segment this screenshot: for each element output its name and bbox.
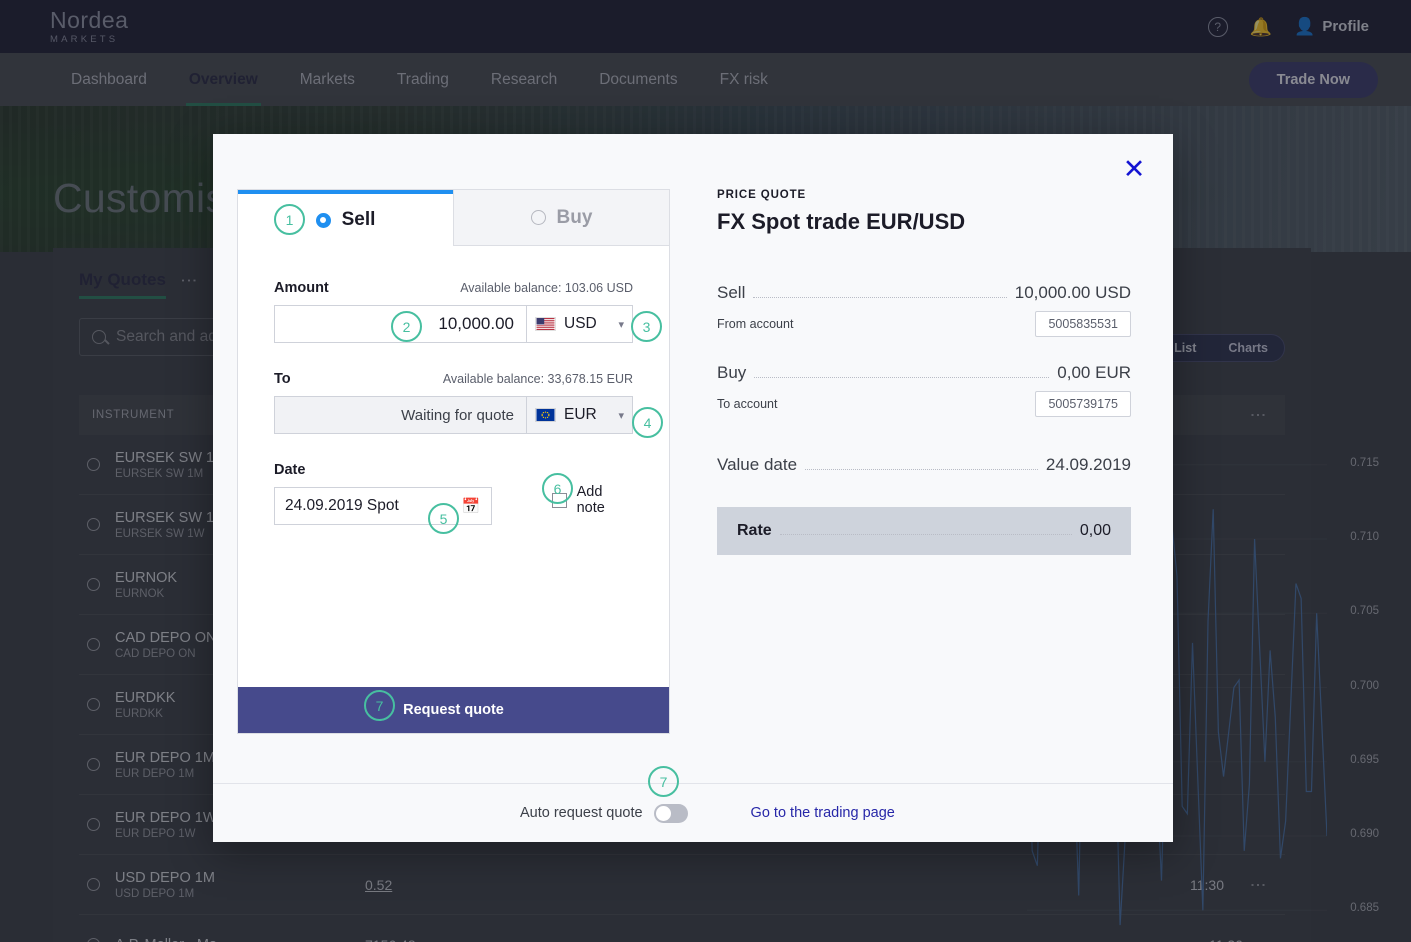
buy-radio-icon — [530, 210, 546, 225]
buy-line: Buy 0,00 EUR — [717, 363, 1131, 383]
from-account-row: From account 5005835531 — [717, 311, 1131, 337]
step-badge-2: 2 — [391, 311, 422, 342]
quote-summary: Sell 10,000.00 USD From account 50058355… — [717, 283, 1131, 555]
price-quote-column: PRICE QUOTE FX Spot trade EUR/USD Sell 1… — [673, 189, 1173, 783]
amount-label: Amount — [274, 280, 329, 296]
chevron-down-icon: ▾ — [618, 318, 624, 331]
to-currency-select[interactable]: EUR ▾ — [526, 396, 633, 434]
from-account-value[interactable]: 5005835531 — [1035, 311, 1131, 337]
to-account-row: To account 5005739175 — [717, 391, 1131, 417]
to-label: To — [274, 371, 291, 387]
sell-line: Sell 10,000.00 USD — [717, 283, 1131, 303]
step-badge-4: 4 — [632, 407, 663, 438]
calendar-icon[interactable]: 📅 — [462, 497, 481, 515]
tab-buy-label: Buy — [556, 206, 593, 228]
step-badge-7: 7 — [364, 690, 395, 721]
amount-currency-code: USD — [564, 315, 597, 332]
amount-balance: Available balance: 103.06 USD — [460, 281, 633, 295]
dot-leader — [754, 377, 1050, 378]
rate-label: Rate — [737, 522, 772, 539]
amount-input-group: 10,000.00 USD ▾ — [274, 305, 633, 343]
buy-label: Buy — [717, 363, 747, 382]
to-balance: Available balance: 33,678.15 EUR — [442, 372, 633, 386]
tab-sell-label: Sell — [341, 209, 376, 230]
step-badge-3: 3 — [631, 311, 662, 342]
go-to-trading-page-link[interactable]: Go to the trading page — [751, 805, 895, 821]
value-date-line: Value date 24.09.2019 — [717, 455, 1131, 475]
to-row: To Available balance: 33,678.15 EUR — [274, 371, 633, 387]
close-icon[interactable]: ✕ — [1117, 152, 1151, 186]
to-amount-input: Waiting for quote — [274, 396, 526, 434]
date-value: 24.09.2019 Spot — [285, 497, 399, 514]
value-date-label: Value date — [717, 455, 798, 474]
step-badge-7-footer: 7 — [648, 766, 679, 797]
dot-leader — [779, 534, 1072, 535]
step-badge-5: 5 — [428, 503, 459, 534]
trade-form-column: Sell Buy Amount Available balance: 103.0… — [213, 189, 673, 783]
date-field: Date 24.09.2019 Spot 📅 — [274, 462, 492, 525]
request-quote-label: Request quote — [403, 702, 504, 718]
date-label: Date — [274, 462, 306, 478]
to-input-group: Waiting for quote EUR ▾ — [274, 396, 633, 434]
amount-row: Amount Available balance: 103.06 USD — [274, 280, 633, 296]
to-currency-code: EUR — [564, 406, 597, 423]
eu-flag-icon — [535, 408, 556, 422]
us-flag-icon — [535, 317, 556, 331]
trade-form-card: Sell Buy Amount Available balance: 103.0… — [237, 189, 670, 734]
auto-request-quote-toggle[interactable] — [653, 803, 688, 823]
auto-request-quote-label: Auto request quote — [520, 805, 643, 821]
to-account-label: To account — [717, 397, 778, 411]
from-account-label: From account — [717, 317, 794, 331]
sell-label: Sell — [717, 283, 746, 302]
app-root: Nordea MARKETS ? 🔔 👤 Profile Dashboard O… — [0, 0, 1411, 942]
price-quote-title: FX Spot trade EUR/USD — [717, 209, 966, 234]
step-badge-6: 6 — [542, 473, 573, 504]
amount-currency-select[interactable]: USD ▾ — [526, 305, 633, 343]
dot-leader — [753, 297, 1007, 298]
request-quote-button[interactable]: Request quote — [238, 687, 669, 733]
add-note-label: Add note — [576, 484, 605, 516]
modal-body: Sell Buy Amount Available balance: 103.0… — [213, 134, 1173, 783]
modal-footer: Auto request quote Go to the trading pag… — [213, 783, 1173, 842]
tab-sell[interactable]: Sell — [238, 190, 453, 246]
rate-value: 0,00 — [1079, 522, 1111, 539]
value-date-value: 24.09.2019 — [1045, 455, 1131, 474]
price-quote-kicker: PRICE QUOTE — [717, 189, 807, 201]
dot-leader — [805, 469, 1038, 470]
tab-buy[interactable]: Buy — [453, 190, 669, 246]
chevron-down-icon: ▾ — [618, 409, 624, 422]
step-badge-1: 1 — [274, 204, 305, 235]
to-account-value[interactable]: 5005739175 — [1035, 391, 1131, 417]
sell-radio-icon — [315, 212, 331, 228]
fx-trade-modal: ✕ Sell Buy Amount Available balance: 103… — [213, 134, 1173, 842]
form-fields: Amount Available balance: 103.06 USD 10,… — [238, 246, 669, 687]
rate-box: Rate 0,00 — [717, 507, 1131, 555]
sell-value: 10,000.00 USD — [1014, 283, 1131, 302]
buy-value: 0,00 EUR — [1057, 363, 1131, 382]
